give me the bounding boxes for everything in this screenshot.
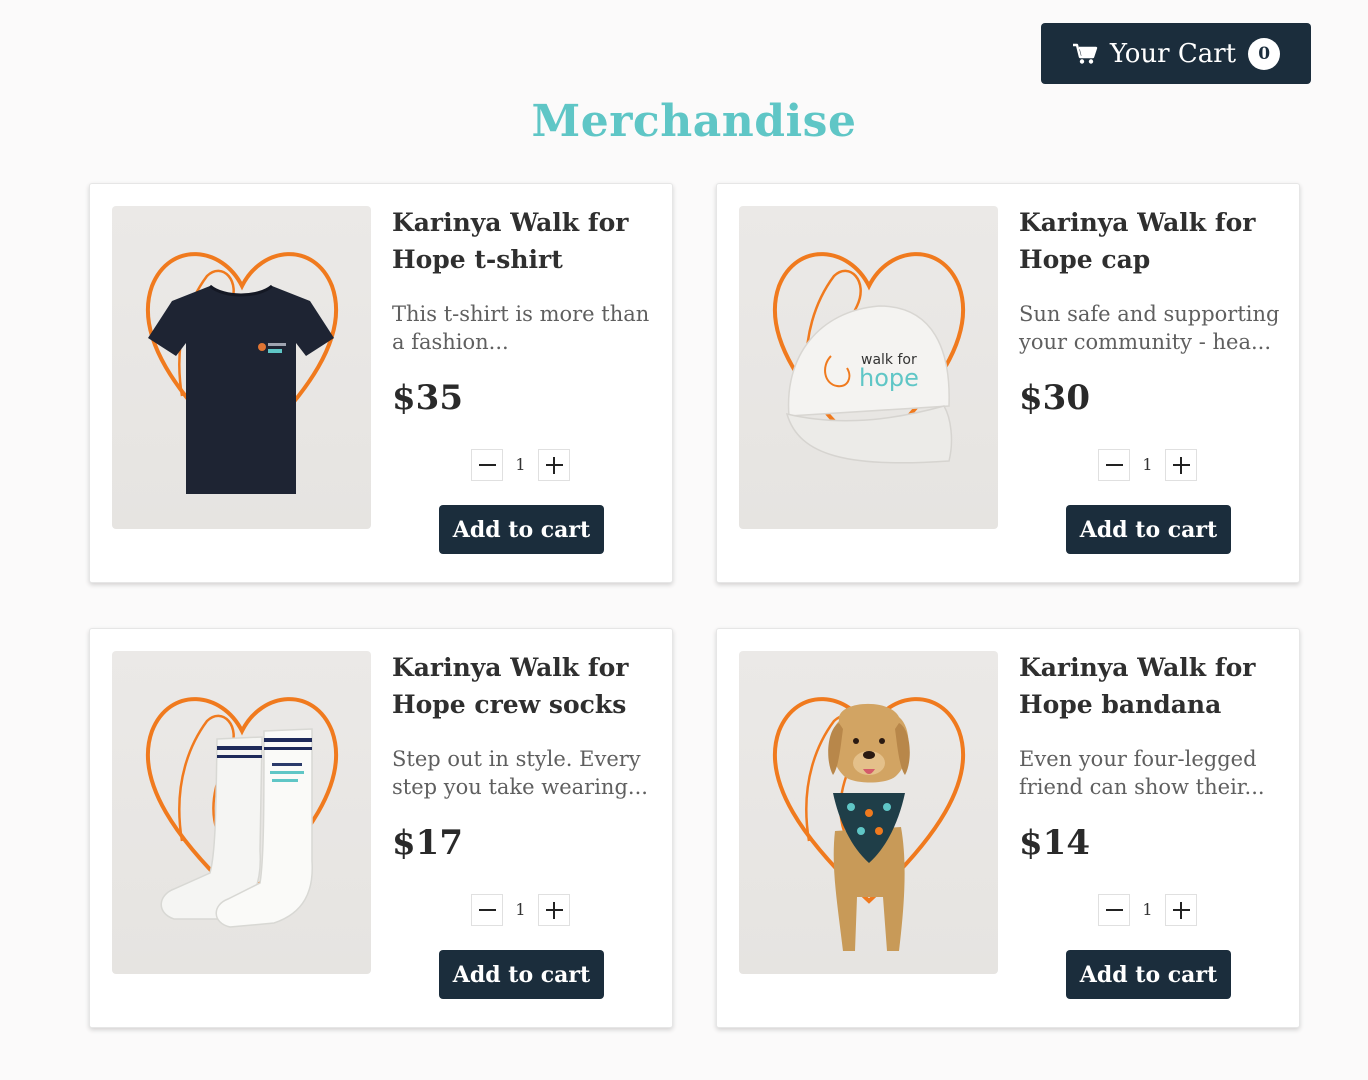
quantity-decrease-button[interactable] (1098, 449, 1130, 481)
product-description: This t-shirt is more than a fashion... (392, 302, 650, 354)
your-cart-button[interactable]: Your Cart 0 (1041, 23, 1311, 84)
product-name: Karinya Walk for Hope crew socks (392, 653, 629, 719)
cap-logo-hope: hope (859, 364, 919, 392)
socks-image[interactable] (112, 651, 371, 974)
product-card: walk for hope Karinya Walk for Hope cap … (716, 183, 1300, 583)
product-name: Karinya Walk for Hope cap (1019, 208, 1256, 274)
quantity-increase-button[interactable] (538, 894, 570, 926)
product-description: Step out in style. Every step you take w… (392, 747, 648, 799)
product-description: Even your four-legged friend can show th… (1019, 747, 1265, 799)
dog-bandana-image[interactable] (739, 651, 998, 974)
page-title: Merchandise (531, 96, 857, 147)
product-price: $17 (392, 823, 463, 863)
cart-label: Your Cart (1109, 38, 1237, 69)
product-card: Karinya Walk for Hope bandana Even your … (716, 628, 1300, 1028)
cap-image[interactable]: walk for hope (739, 206, 998, 529)
quantity-increase-button[interactable] (1165, 449, 1197, 481)
product-price: $14 (1019, 823, 1090, 863)
quantity-value[interactable]: 1 (1130, 894, 1165, 926)
product-price: $35 (392, 378, 463, 418)
quantity-value[interactable]: 1 (503, 449, 538, 481)
quantity-decrease-button[interactable] (471, 894, 503, 926)
quantity-decrease-button[interactable] (471, 449, 503, 481)
add-to-cart-button[interactable]: Add to cart (1066, 505, 1231, 554)
shopping-cart-icon (1072, 43, 1098, 64)
product-card: Karinya Walk for Hope t-shirt This t-shi… (89, 183, 673, 583)
cart-count-badge: 0 (1248, 37, 1281, 70)
quantity-increase-button[interactable] (1165, 894, 1197, 926)
quantity-value[interactable]: 1 (1130, 449, 1165, 481)
product-description: Sun safe and supporting your community -… (1019, 302, 1280, 354)
add-to-cart-button[interactable]: Add to cart (439, 505, 604, 554)
quantity-increase-button[interactable] (538, 449, 570, 481)
product-price: $30 (1019, 378, 1090, 418)
product-name: Karinya Walk for Hope t-shirt (392, 208, 629, 274)
quantity-decrease-button[interactable] (1098, 894, 1130, 926)
add-to-cart-button[interactable]: Add to cart (439, 950, 604, 999)
product-name: Karinya Walk for Hope bandana (1019, 653, 1256, 719)
product-card: Karinya Walk for Hope crew socks Step ou… (89, 628, 673, 1028)
add-to-cart-button[interactable]: Add to cart (1066, 950, 1231, 999)
tshirt-image[interactable] (112, 206, 371, 529)
quantity-value[interactable]: 1 (503, 894, 538, 926)
